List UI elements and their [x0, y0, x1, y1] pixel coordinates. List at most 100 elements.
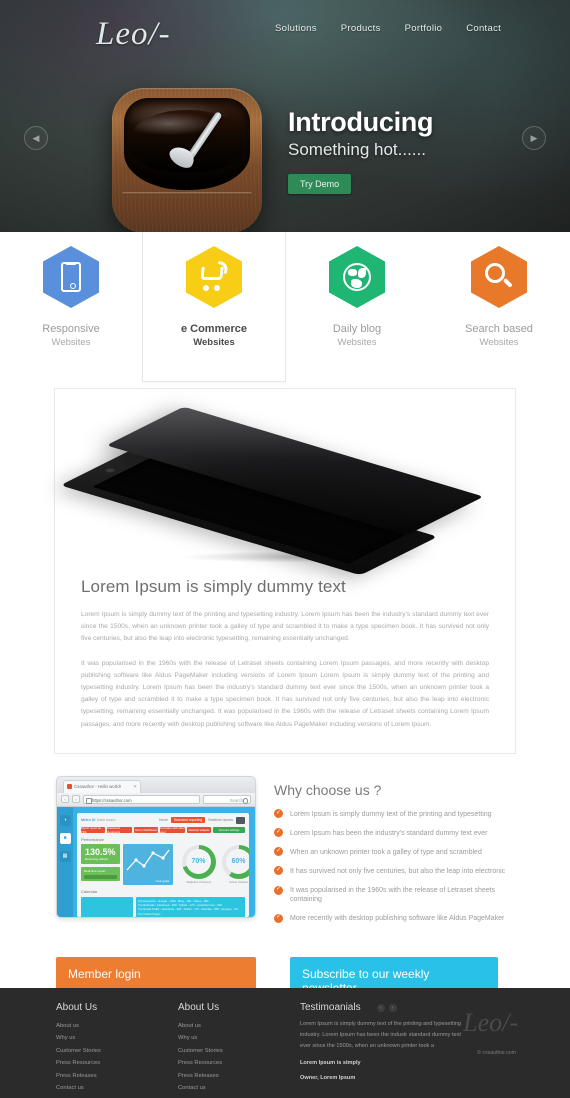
- nav-item-portfolio[interactable]: Portfolio: [405, 23, 443, 34]
- dashboard-section-calendar: Calendar: [81, 888, 98, 894]
- footer-link-press-resources[interactable]: Press Resources: [56, 1057, 148, 1069]
- avatar[interactable]: [236, 816, 245, 824]
- footer-link-why-us[interactable]: Why us: [178, 1032, 270, 1044]
- feature-card-responsive[interactable]: Responsive Websites: [0, 232, 142, 382]
- footer-link-why-us[interactable]: Why us: [56, 1032, 148, 1044]
- try-demo-button[interactable]: Try Demo: [288, 173, 352, 194]
- dashboard-action-buttons: Export report as PDF Advanced Segments A…: [81, 826, 246, 834]
- features-row: Responsive Websites e Commerce Websites …: [0, 232, 570, 382]
- donut-value: 60%: [226, 849, 249, 875]
- check-circle-icon: ✓: [274, 866, 283, 876]
- dashboard-button[interactable]: Compare with other user: [160, 826, 185, 834]
- feature-card-searchbased[interactable]: Search based Websites: [428, 232, 570, 382]
- footer-link-customer-stories[interactable]: Customer Stories: [56, 1045, 148, 1057]
- dashboard-button[interactable]: Add to Dashboard: [133, 826, 159, 833]
- dashboard-button[interactable]: Desktop widgets: [186, 826, 212, 833]
- sparkline-label: Your goals: [155, 878, 170, 883]
- feature-line2: Websites: [193, 336, 235, 348]
- content-card: Lorem Ipsum is simply dummy text Lorem I…: [54, 388, 516, 754]
- chevron-right-icon: ▶: [530, 132, 538, 143]
- why-item-text: It has survived not only five centuries,…: [290, 867, 506, 875]
- hero-section: Leo/- Solutions Products Portfolio Conta…: [0, 0, 570, 232]
- dashboard-stats-list: Top Keywords - Google - 1000 - Bing - 10…: [136, 896, 245, 917]
- feature-card-dailyblog[interactable]: Daily blog Websites: [286, 232, 428, 382]
- chevron-left-icon[interactable]: ‹: [376, 1003, 385, 1012]
- chocolate-bowl-app-icon: [112, 88, 262, 232]
- chevron-right-icon[interactable]: ›: [388, 1003, 397, 1012]
- footer-heading: About Us: [56, 1002, 98, 1013]
- check-circle-icon: ✓: [274, 885, 283, 895]
- close-icon[interactable]: ✕: [133, 784, 137, 790]
- dashboard-menu-realtime[interactable]: Realtime reports: [208, 818, 233, 822]
- arrow-right-icon[interactable]: ›: [72, 795, 80, 804]
- dashboard-logo: Metro UI Dash board: [81, 817, 115, 823]
- site-logo[interactable]: Leo/-: [96, 16, 171, 53]
- donut-label: Active Visitors: [229, 879, 248, 884]
- navbar: Leo/- Solutions Products Portfolio Conta…: [0, 0, 570, 62]
- dashboard-calendar-row: Top Keywords - Google - 1000 - Bing - 10…: [81, 896, 245, 917]
- chevron-left-icon: ◀: [32, 132, 40, 143]
- dashboard-button[interactable]: Export report as PDF: [81, 826, 106, 834]
- content-paragraph-1: Lorem Ipsum is simply dummy text of the …: [81, 611, 489, 643]
- check-circle-icon: ✓: [274, 847, 283, 857]
- favicon-icon: [67, 784, 72, 790]
- mobile-phone-icon: [43, 246, 99, 308]
- footer-link-press-resources[interactable]: Press Resources: [178, 1057, 270, 1069]
- why-choose-us-section: Cssauthor - Hello world! ✕ ‹ › https://c…: [0, 775, 570, 934]
- browser-urlbar: ‹ › https://cssauthor.com Search: [57, 792, 255, 807]
- testimonial-quote: Lorem Ipsum is simply dummy text of the …: [300, 1021, 462, 1050]
- footer-link-customer-stories[interactable]: Customer Stories: [178, 1045, 270, 1057]
- why-item-text: When an unknown printer took a galley of…: [290, 848, 482, 856]
- donut-value: 70%: [186, 849, 212, 875]
- list-item: ✓ It was popularised in the 1960s with t…: [274, 885, 514, 904]
- browser-tab[interactable]: Cssauthor - Hello world! ✕: [63, 779, 141, 793]
- feature-label-responsive: Responsive Websites: [42, 322, 99, 350]
- footer-link-press-releases[interactable]: Press Releases: [178, 1070, 270, 1082]
- arrow-left-icon[interactable]: ‹: [61, 795, 69, 804]
- testimonial-author-role: Owner, Lorem Ipsum: [300, 1075, 356, 1082]
- footer-link-about-us[interactable]: About us: [178, 1020, 270, 1032]
- why-title: Why choose us ?: [274, 781, 382, 798]
- why-item-text: Lorem Ipsum has been the industry's stan…: [290, 829, 488, 837]
- donut-block-active: 60% Active Visitors: [221, 844, 249, 884]
- tablet-devices-image: [60, 403, 499, 576]
- kpi-value: 130.5%: [85, 846, 116, 857]
- donut-chart-active: 60%: [221, 844, 249, 879]
- nav-item-products[interactable]: Products: [341, 23, 381, 34]
- hero-subtitle: Something hot......: [288, 139, 426, 159]
- browser-tabbar: Cssauthor - Hello world! ✕: [57, 776, 255, 793]
- sidebar-item-monitor[interactable]: ■: [59, 832, 71, 844]
- sidebar-item-reports[interactable]: ◑: [59, 814, 71, 826]
- nav-item-solutions[interactable]: Solutions: [275, 23, 317, 34]
- main-nav: Solutions Products Portfolio Contact: [275, 23, 501, 34]
- content-card-title: Lorem Ipsum is simply dummy text: [81, 577, 346, 596]
- testimonials-nav: ‹ ›: [376, 1003, 397, 1012]
- dashboard-button[interactable]: Advanced Segments: [107, 826, 132, 834]
- feature-line2: Websites: [51, 336, 91, 348]
- footer-link-about-us[interactable]: About us: [56, 1020, 148, 1032]
- slider-prev-button[interactable]: ◀: [24, 126, 48, 150]
- browser-address-input[interactable]: https://cssauthor.com: [83, 794, 200, 805]
- sidebar-item-apps[interactable]: ▦: [59, 850, 71, 862]
- dashboard-main: Metro UI Dash board Home Standard report…: [77, 812, 249, 917]
- feature-card-ecommerce[interactable]: e Commerce Websites: [142, 232, 286, 382]
- feature-label-ecommerce: e Commerce Websites: [181, 322, 247, 350]
- dashboard-menu-standard[interactable]: Standard reporting: [171, 817, 206, 824]
- browser-search-input[interactable]: Search: [203, 794, 251, 804]
- footer-link-press-releases[interactable]: Press Releases: [56, 1070, 148, 1082]
- dashboard-kpi-card: 130.5% Returning visitors Real time repo…: [81, 843, 120, 885]
- feature-line2: Websites: [479, 336, 519, 348]
- check-circle-icon: ✓: [274, 828, 283, 838]
- kpi-label: Returning visitors: [85, 856, 109, 861]
- slider-next-button[interactable]: ▶: [522, 126, 546, 150]
- member-login-title: Member login: [68, 967, 141, 982]
- calendar-widget[interactable]: [81, 896, 133, 917]
- dashboard-menu-home[interactable]: Home: [159, 818, 168, 822]
- dashboard-button[interactable]: Account settings: [213, 826, 246, 833]
- footer-heading: About Us: [178, 1002, 220, 1013]
- dashboard-kpi-grid: 130.5% Returning visitors Real time repo…: [81, 843, 249, 885]
- globe-icon: [329, 246, 385, 308]
- footer-link-contact-us[interactable]: Contact us: [178, 1082, 270, 1094]
- nav-item-contact[interactable]: Contact: [466, 23, 501, 34]
- footer-link-contact-us[interactable]: Contact us: [56, 1082, 148, 1094]
